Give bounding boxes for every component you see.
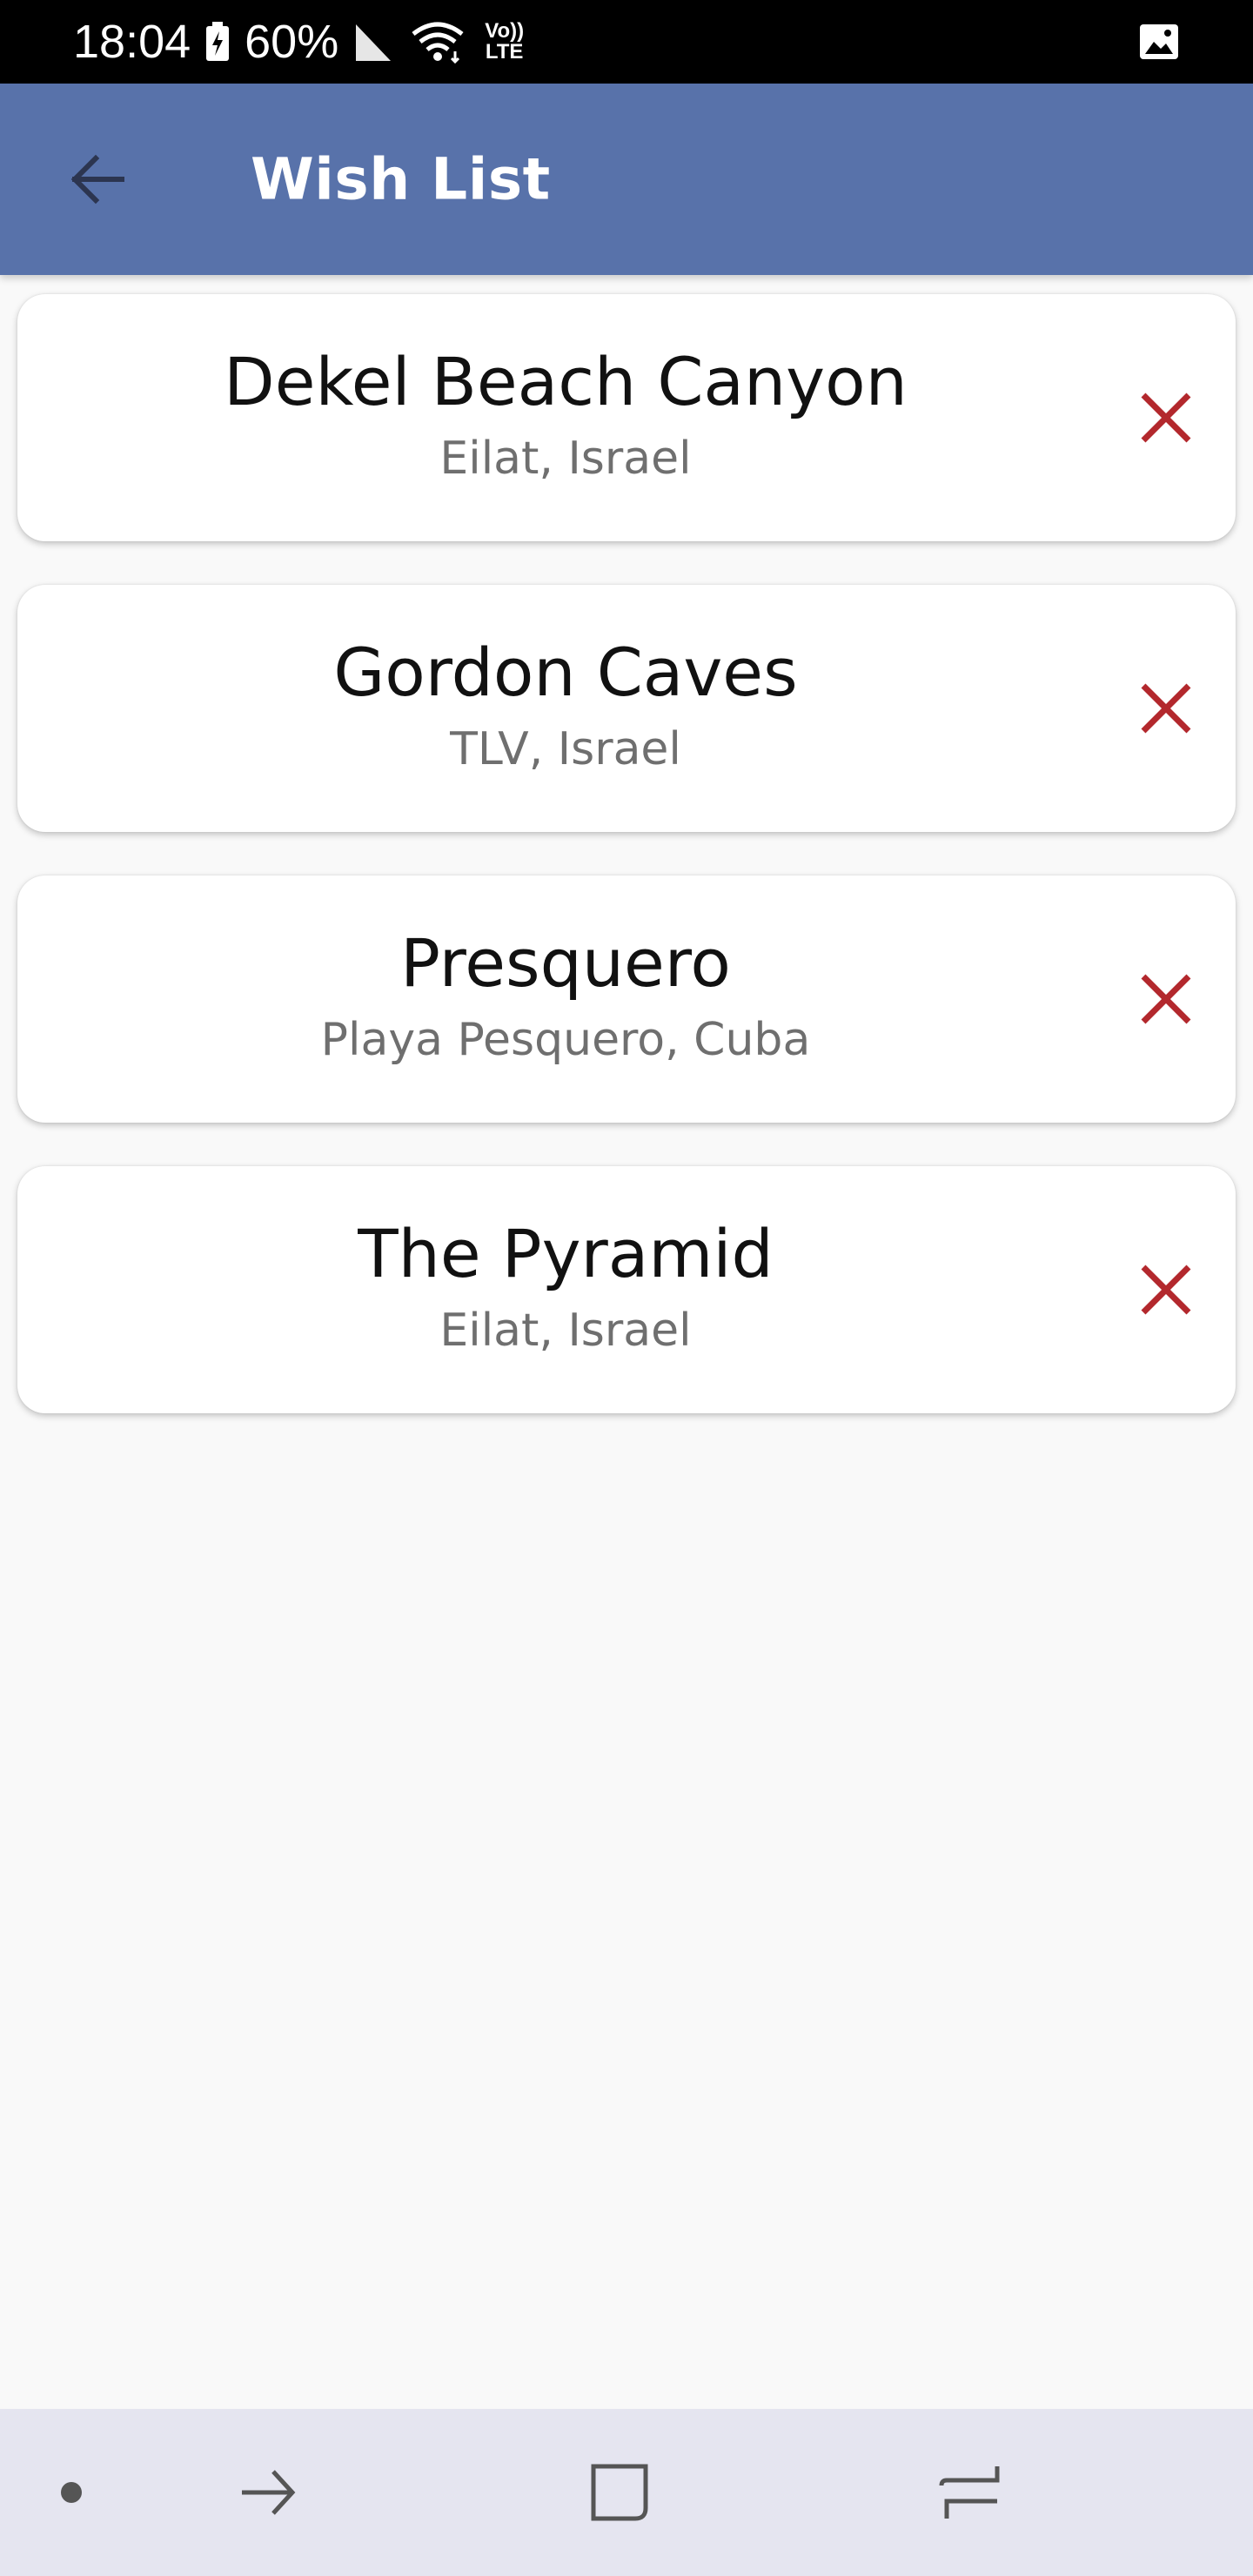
wishlist-card[interactable]: Dekel Beach Canyon Eilat, Israel <box>17 294 1236 541</box>
nav-recents-button[interactable] <box>935 2456 1008 2529</box>
remove-button[interactable] <box>1122 374 1209 461</box>
battery-charging-icon <box>204 21 231 63</box>
place-location: Playa Pesquero, Cuba <box>320 1013 811 1066</box>
volte-bottom-label: LTE <box>485 40 524 64</box>
close-icon <box>1138 971 1194 1027</box>
wishlist-card[interactable]: The Pyramid Eilat, Israel <box>17 1166 1236 1413</box>
close-icon <box>1138 1262 1194 1318</box>
volte-top-label: Vo)) <box>485 19 525 43</box>
card-text: Dekel Beach Canyon Eilat, Israel <box>17 294 1114 541</box>
gallery-icon <box>1138 23 1180 61</box>
nav-dot-button[interactable] <box>54 2475 89 2510</box>
card-text: Gordon Caves TLV, Israel <box>17 585 1114 832</box>
wishlist-card[interactable]: Presquero Playa Pesquero, Cuba <box>17 875 1236 1123</box>
place-name: Presquero <box>400 924 731 1003</box>
place-name: Gordon Caves <box>333 634 798 712</box>
place-location: TLV, Israel <box>450 722 681 775</box>
status-bar: 18:04 60% Vo)) LTE <box>0 0 1253 84</box>
place-name: Dekel Beach Canyon <box>224 343 908 421</box>
nav-back-button[interactable] <box>233 2458 303 2527</box>
back-nav-icon <box>237 2461 299 2524</box>
recents-icon <box>938 2459 1004 2526</box>
volte-icon: Vo)) LTE <box>485 21 524 63</box>
wishlist-card[interactable]: Gordon Caves TLV, Israel <box>17 585 1236 832</box>
status-left: 18:04 60% Vo)) LTE <box>73 15 524 69</box>
status-right <box>1138 23 1180 61</box>
remove-button[interactable] <box>1122 1246 1209 1333</box>
close-icon <box>1138 390 1194 446</box>
place-location: Eilat, Israel <box>439 432 692 485</box>
page-title: Wish List <box>251 145 551 213</box>
card-text: Presquero Playa Pesquero, Cuba <box>17 875 1114 1123</box>
place-location: Eilat, Israel <box>439 1304 692 1357</box>
remove-button[interactable] <box>1122 956 1209 1043</box>
signal-icon <box>352 21 396 63</box>
navigation-bar <box>0 2409 1253 2576</box>
nav-home-button[interactable] <box>583 2456 656 2529</box>
dot-icon <box>59 2480 84 2505</box>
home-icon <box>586 2459 653 2526</box>
arrow-back-icon <box>66 148 129 211</box>
close-icon <box>1138 681 1194 736</box>
status-time: 18:04 <box>73 16 191 68</box>
place-name: The Pyramid <box>358 1215 774 1293</box>
app-bar: Wish List <box>0 84 1253 275</box>
wifi-icon <box>410 20 466 64</box>
battery-percent: 60% <box>245 16 339 68</box>
remove-button[interactable] <box>1122 665 1209 752</box>
card-text: The Pyramid Eilat, Israel <box>17 1166 1114 1413</box>
back-button[interactable] <box>52 134 143 225</box>
